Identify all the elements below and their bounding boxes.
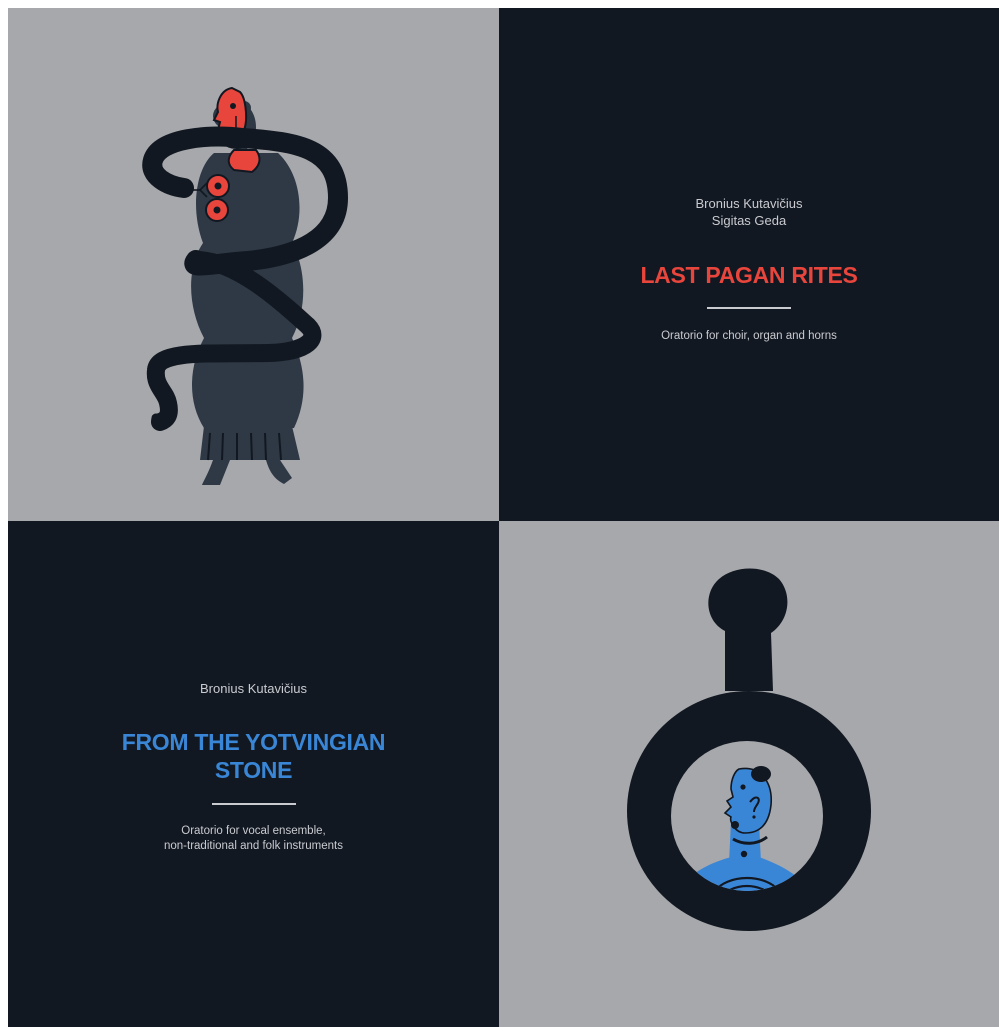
album-title-line-1: FROM THE YOTVINGIAN: [121, 729, 386, 755]
lyricist-name: Sigitas Geda: [711, 213, 787, 228]
album-subtitle: Oratorio for choir, organ and horns: [661, 330, 837, 342]
album-card-last-pagan-rites[interactable]: Bronius Kutavičius Sigitas Geda LAST PAG…: [499, 8, 999, 521]
album-subtitle-line-2: non-traditional and folk instruments: [164, 840, 343, 852]
eye-icon: [230, 103, 236, 109]
figure-in-stone-ring-illustration: [627, 568, 871, 931]
composer-name: Bronius Kutavičius: [695, 196, 803, 211]
album-grid: Bronius Kutavičius Sigitas Geda LAST PAG…: [8, 8, 999, 1027]
album-title: FROM THE YOTVINGIAN STONE: [8, 728, 499, 784]
album-subtitle: Oratorio for vocal ensemble, non-traditi…: [8, 824, 499, 854]
album-card-yotvingian-stone[interactable]: Bronius Kutavičius FROM THE YOTVINGIAN S…: [8, 521, 499, 1027]
title-divider: [499, 307, 999, 309]
title-divider: [8, 803, 499, 805]
album-title: LAST PAGAN RITES: [640, 262, 858, 288]
album-title-line-2: STONE: [214, 757, 293, 783]
illustration-panel-yotvingian-stone: [499, 521, 999, 1027]
composer-credit: Bronius Kutavičius Sigitas Geda: [499, 195, 999, 229]
eye-icon: [740, 784, 746, 790]
album-subtitle-line-1: Oratorio for vocal ensemble,: [181, 825, 326, 837]
hair-icon: [751, 766, 771, 782]
composer-name: Bronius Kutavičius: [200, 681, 307, 696]
illustration-panel-pagan-rites: [8, 8, 499, 521]
woman-with-serpent-illustration: [142, 86, 349, 485]
